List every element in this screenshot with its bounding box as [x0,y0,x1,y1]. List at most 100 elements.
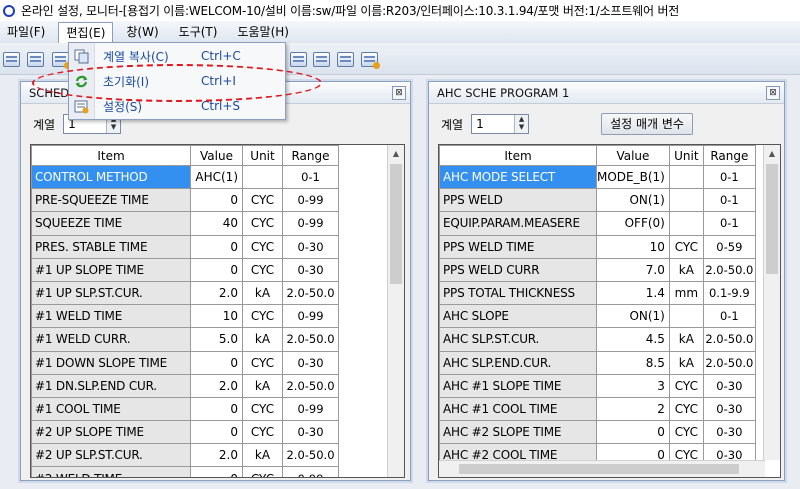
table-row[interactable]: AHC #1 SLOPE TIME 3 CYC 0-30 [439,373,756,398]
table-row[interactable]: #2 UP SLOPE TIME 0 CYC 0-30 [31,420,339,445]
table-row[interactable]: #1 DN.SLP.END CUR. 2.0 kA 2.0-50.0 [31,373,339,398]
table-row[interactable]: #1 UP SLP.ST.CUR. 2.0 kA 2.0-50.0 [31,280,339,306]
column-header-value[interactable]: Value [190,145,243,166]
value-cell[interactable]: 0 [190,396,243,422]
value-cell[interactable]: 2.0 [190,373,243,398]
value-cell[interactable]: 0 [596,420,670,445]
spinner-arrows-icon[interactable]: ▲▼ [514,115,529,133]
table-row[interactable]: AHC #2 SLOPE TIME 0 CYC 0-30 [439,420,756,445]
menu-file[interactable]: 파일(F) [0,22,52,42]
unit-cell: CYC [242,420,283,445]
value-cell[interactable]: 7.0 [596,257,670,282]
value-cell[interactable]: 2.0 [190,280,243,306]
toolbar-grid-icon[interactable] [3,52,20,67]
menu-tools[interactable]: 도구(T) [172,22,225,42]
window-title: 온라인 설정, 모니터-[용접기 이름:WELCOM-10/설비 이름:sw/파… [21,4,680,18]
table-row[interactable]: AHC #1 COOL TIME 2 CYC 0-30 [439,396,756,422]
scroll-up-icon[interactable]: ▲ [388,145,404,162]
value-cell[interactable]: 2.0 [190,443,243,468]
value-cell[interactable]: 3 [596,373,670,398]
table-row[interactable]: PRES. STABLE TIME 0 CYC 0-30 [31,234,339,259]
table-row[interactable]: PPS WELD TIME 10 CYC 0-59 [439,234,756,259]
scroll-thumb[interactable] [390,164,402,284]
close-icon[interactable]: ⊠ [766,85,780,100]
table-row[interactable]: SQUEEZE TIME 40 CYC 0-99 [31,211,339,236]
table-row[interactable]: #2 WELD TIME0CYC0-99 [31,466,339,477]
table-row[interactable]: #2 UP SLP.ST.CUR. 2.0 kA 2.0-50.0 [31,443,339,468]
item-cell: #1 UP SLOPE TIME [31,257,191,282]
value-cell[interactable]: 10 [596,234,670,259]
table-row[interactable]: PPS TOTAL THICKNESS 1.4 mm 0.1-9.9 [439,280,756,306]
column-header-unit[interactable]: Unit [242,145,283,166]
toolbar-list-icon[interactable] [27,52,44,67]
column-header-item[interactable]: Item [31,145,191,166]
value-cell[interactable]: AHC(1) [190,164,243,190]
scroll-thumb[interactable] [459,464,739,474]
table-row[interactable]: AHC SLOPE ON(1) 0-1 [439,304,756,329]
unit-cell [668,188,704,213]
table-row[interactable]: #1 WELD TIME 10 CYC 0-99 [31,304,339,329]
scroll-up-icon[interactable]: ▲ [764,145,780,162]
unit-cell: CYC [668,234,704,259]
scroll-thumb[interactable] [766,164,778,274]
table-row[interactable]: #1 UP SLOPE TIME 0 CYC 0-30 [31,257,339,282]
table-row[interactable]: #1 COOL TIME 0 CYC 0-99 [31,396,339,422]
column-header-range[interactable]: Range [282,145,339,166]
toolbar-schedule-icon[interactable] [52,52,71,69]
value-cell[interactable]: OFF(0) [596,211,670,236]
value-cell[interactable]: 10 [190,304,243,329]
menu-help[interactable]: 도움말(H) [230,22,296,42]
parameter-settings-button[interactable]: 설정 매개 변수 [601,113,693,135]
settings-icon [74,99,89,114]
value-cell[interactable]: 4.5 [596,327,670,352]
range-cell: 0-30 [702,373,756,398]
table-row[interactable]: #1 DOWN SLOPE TIME 0 CYC 0-30 [31,350,339,375]
range-cell: 0-1 [282,164,339,190]
column-header-range[interactable]: Range [702,145,756,166]
toolbar-insert-icon[interactable] [313,52,330,67]
table-row[interactable]: AHC SLP.END.CUR. 8.5 kA 2.0-50.0 [439,350,756,375]
series-value[interactable]: 1 [472,117,514,131]
unit-cell: mm [668,280,704,306]
table-row[interactable]: #1 WELD CURR. 5.0 kA 2.0-50.0 [31,327,339,352]
close-icon[interactable]: ⊠ [392,85,406,100]
vertical-scrollbar[interactable]: ▲ [763,145,780,460]
toolbar-window-icon[interactable] [337,52,354,67]
table-row[interactable]: AHC SLP.ST.CUR. 4.5 kA 2.0-50.0 [439,327,756,352]
horizontal-scrollbar[interactable] [439,460,765,477]
item-cell: PPS TOTAL THICKNESS [439,280,597,306]
value-cell[interactable]: 0 [190,188,243,213]
value-cell[interactable]: 2 [596,396,670,422]
series-spinner[interactable]: 1 ▲▼ [471,114,530,134]
table-row[interactable]: CONTROL METHOD AHC(1) 0-1 [31,164,339,190]
table-row[interactable]: AHC MODE SELECT MODE_B(1) 0-1 [439,164,756,190]
value-cell[interactable]: 0 [190,466,243,477]
value-cell[interactable]: 0 [190,350,243,375]
value-cell[interactable]: ON(1) [596,304,670,329]
value-cell[interactable]: 5.0 [190,327,243,352]
series-label: 계열 [33,117,56,132]
value-cell[interactable]: ON(1) [596,188,670,213]
range-cell: 0-30 [282,257,339,282]
table-row[interactable]: PRE-SQUEEZE TIME 0 CYC 0-99 [31,188,339,213]
toolbar-add-icon[interactable] [290,52,307,67]
menu-window[interactable]: 창(W) [119,22,165,42]
range-cell: 0-30 [702,396,756,422]
value-cell[interactable]: 0 [190,420,243,445]
table-row[interactable]: PPS WELD ON(1) 0-1 [439,188,756,213]
vertical-scrollbar[interactable]: ▲ [387,145,404,477]
value-cell[interactable]: 0 [190,234,243,259]
value-cell[interactable]: 8.5 [596,350,670,375]
value-cell[interactable]: 1.4 [596,280,670,306]
value-cell[interactable]: 0 [190,257,243,282]
menu-edit[interactable]: 편집(E) [58,22,114,44]
value-cell[interactable]: MODE_B(1) [596,164,670,190]
toolbar-settings-icon[interactable] [361,52,380,69]
table-row[interactable]: PPS WELD CURR 7.0 kA 2.0-50.0 [439,257,756,282]
table-row[interactable]: EQUIP.PARAM.MEASERE OFF(0) 0-1 [439,211,756,236]
column-header-value[interactable]: Value [596,145,670,166]
value-cell[interactable]: 40 [190,211,243,236]
window-titlebar: 온라인 설정, 모니터-[용접기 이름:WELCOM-10/설비 이름:sw/파… [0,0,800,21]
column-header-unit[interactable]: Unit [668,145,704,166]
column-header-item[interactable]: Item [439,145,597,166]
